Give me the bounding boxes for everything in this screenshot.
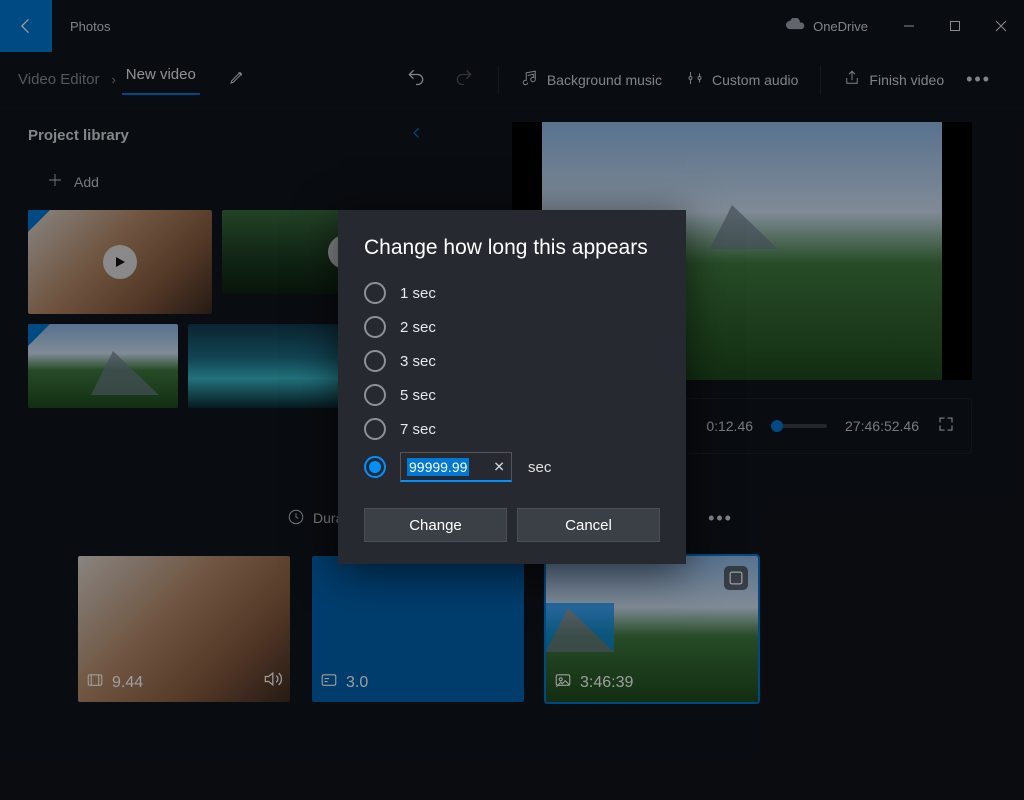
option-label: 5 sec bbox=[400, 387, 436, 404]
duration-option[interactable]: 3 sec bbox=[364, 350, 660, 372]
change-button[interactable]: Change bbox=[364, 508, 507, 542]
duration-option[interactable]: 5 sec bbox=[364, 384, 660, 406]
duration-dialog: Change how long this appears 1 sec 2 sec… bbox=[338, 210, 686, 564]
custom-duration-value: 99999.99 bbox=[407, 458, 469, 476]
radio-icon bbox=[364, 282, 386, 304]
radio-icon-checked bbox=[364, 456, 386, 478]
duration-option-custom[interactable]: 99999.99 ✕ sec bbox=[364, 452, 660, 482]
option-label: 7 sec bbox=[400, 421, 436, 438]
clear-input-button[interactable]: ✕ bbox=[493, 458, 505, 475]
cancel-button[interactable]: Cancel bbox=[517, 508, 660, 542]
option-label: 1 sec bbox=[400, 285, 436, 302]
duration-option[interactable]: 1 sec bbox=[364, 282, 660, 304]
radio-icon bbox=[364, 418, 386, 440]
radio-icon bbox=[364, 316, 386, 338]
option-label: 3 sec bbox=[400, 353, 436, 370]
radio-icon bbox=[364, 384, 386, 406]
seconds-label: sec bbox=[528, 459, 551, 476]
custom-duration-field[interactable]: 99999.99 ✕ bbox=[400, 452, 512, 482]
app-window: Photos OneDrive Video Editor › New video… bbox=[0, 0, 1024, 800]
dialog-title: Change how long this appears bbox=[364, 236, 660, 260]
duration-option[interactable]: 7 sec bbox=[364, 418, 660, 440]
duration-option[interactable]: 2 sec bbox=[364, 316, 660, 338]
option-label: 2 sec bbox=[400, 319, 436, 336]
radio-icon bbox=[364, 350, 386, 372]
